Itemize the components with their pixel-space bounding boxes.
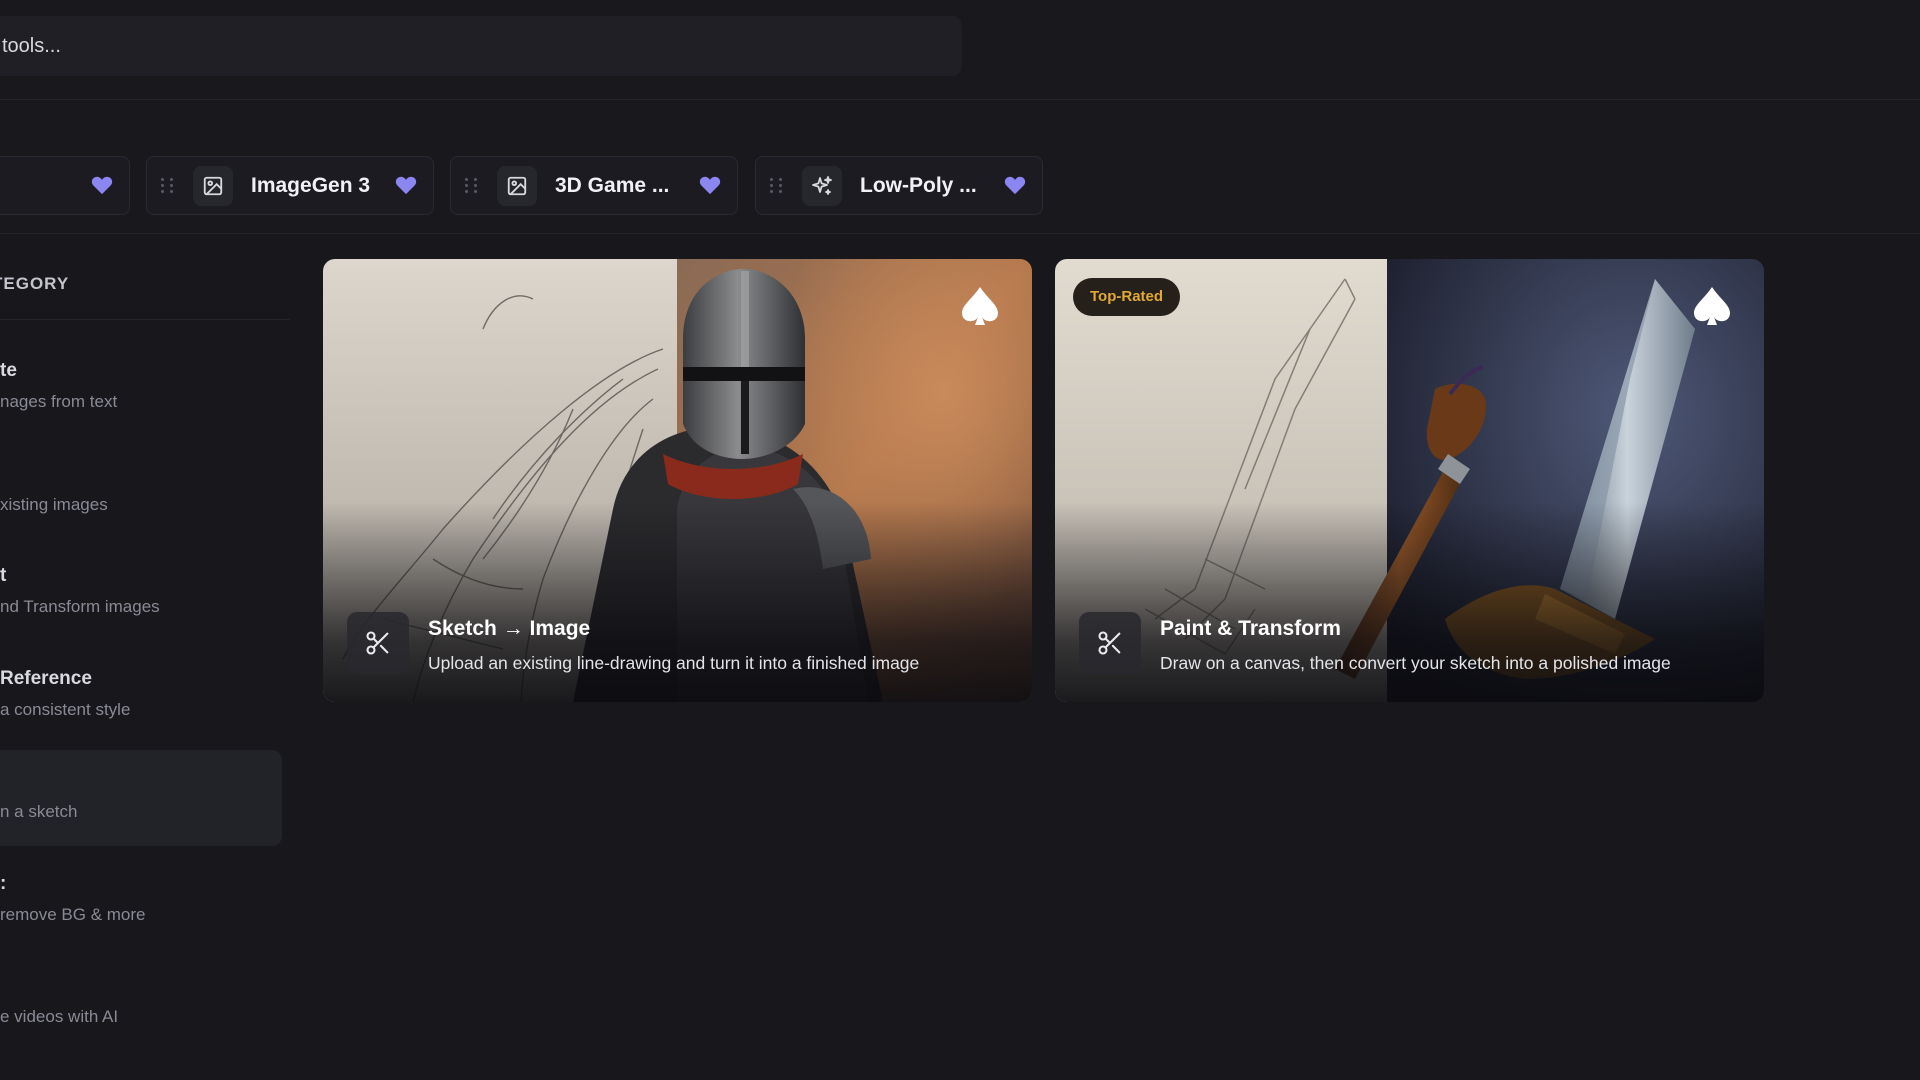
favorite-tool-pill-3d-game[interactable]: 3D Game ... (450, 156, 738, 215)
category-description: nd Transform images (0, 597, 160, 616)
category-item[interactable]: te nages from text (0, 340, 282, 436)
category-title: Reference (0, 668, 92, 689)
heart-icon[interactable] (699, 175, 721, 200)
image-icon (497, 165, 537, 206)
category-title: t (0, 565, 7, 586)
image-icon (193, 165, 233, 206)
divider (0, 319, 290, 320)
search-bar[interactable] (0, 16, 962, 76)
scissors-icon (347, 612, 409, 674)
category-item-active[interactable]: n a sketch (0, 750, 282, 846)
card-description: Draw on a canvas, then convert your sket… (1160, 653, 1671, 673)
category-description: n a sketch (0, 802, 78, 821)
category-description: a consistent style (0, 700, 131, 719)
favorite-tool-pill-imagegen[interactable]: ImageGen 3 (146, 156, 434, 215)
favorite-tool-label: Low-Poly ... (860, 173, 977, 197)
category-sidebar: TEGORY te nages from text xisting images… (0, 234, 300, 1080)
category-title: : (0, 873, 7, 894)
heart-icon[interactable] (91, 175, 113, 200)
drag-handle-icon[interactable] (770, 177, 784, 195)
favorite-tool-pill[interactable] (0, 156, 130, 215)
category-item[interactable]: e videos with AI (0, 955, 282, 1051)
top-bar (0, 0, 1920, 100)
tool-card-paint-transform[interactable]: Top-Rated Paint & Transform Draw on a ca… (1055, 259, 1764, 702)
scissors-icon (1079, 612, 1141, 674)
sparkle-icon (802, 165, 842, 206)
category-description: remove BG & more (0, 905, 146, 924)
drag-handle-icon[interactable] (465, 177, 479, 195)
favorite-tool-pill-low-poly[interactable]: Low-Poly ... (755, 156, 1043, 215)
top-rated-badge: Top-Rated (1073, 278, 1181, 316)
drag-handle-icon[interactable] (161, 177, 175, 195)
card-title: Sketch → Image (428, 617, 591, 640)
category-item[interactable]: Reference a consistent style (0, 648, 282, 744)
search-input[interactable] (0, 33, 962, 59)
heart-icon[interactable] (1004, 175, 1026, 200)
category-item[interactable]: t nd Transform images (0, 545, 282, 641)
category-header: TEGORY (0, 274, 70, 293)
category-item[interactable]: xisting images (0, 443, 282, 539)
category-description: nages from text (0, 392, 118, 411)
heart-icon[interactable] (395, 175, 417, 200)
spade-logo-icon (1692, 285, 1732, 332)
favorite-tool-label: 3D Game ... (555, 173, 670, 197)
category-description: e videos with AI (0, 1007, 119, 1026)
card-title: Paint & Transform (1160, 617, 1341, 640)
category-item[interactable]: : remove BG & more (0, 853, 282, 949)
category-description: xisting images (0, 495, 108, 514)
tool-card-sketch-to-image[interactable]: Sketch → Image Upload an existing line-d… (323, 259, 1032, 702)
favorite-tool-label: ImageGen 3 (251, 173, 371, 197)
favorites-row: ImageGen 3 3D Game ... Low-Poly ... (0, 100, 1920, 234)
spade-logo-icon (960, 285, 1000, 332)
category-title: te (0, 360, 17, 381)
card-description: Upload an existing line-drawing and turn… (428, 653, 920, 673)
